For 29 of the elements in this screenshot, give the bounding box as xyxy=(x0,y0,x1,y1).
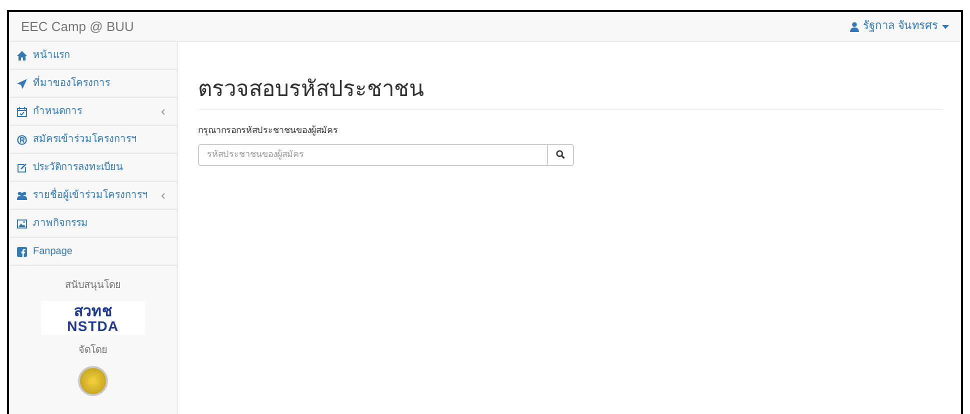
organized-by-label: จัดโดย xyxy=(78,343,108,358)
sidebar-item[interactable]: ที่มาของโครงการ xyxy=(9,70,177,98)
brand-link[interactable]: EEC Camp @ BUU xyxy=(21,16,134,36)
sidebar-item[interactable]: ภาพกิจกรรม xyxy=(9,210,177,238)
sidebar-item[interactable]: รายชื่อผู้เข้าร่วมโครงการฯ xyxy=(9,182,177,210)
facebook-icon xyxy=(17,246,27,256)
sponsor-logo: สวทช NSTDA xyxy=(41,301,145,335)
paper-plane-icon xyxy=(17,78,27,88)
sidebar-item[interactable]: สมัครเข้าร่วมโครงการฯ xyxy=(9,126,177,154)
search-icon xyxy=(556,150,565,159)
home-icon xyxy=(17,50,27,60)
sidebar-item[interactable]: กำหนดการ xyxy=(9,98,177,126)
calendar-icon xyxy=(17,106,27,116)
user-menu[interactable]: รัฐกาล จันทรศร xyxy=(850,18,949,35)
seal-logo xyxy=(78,366,108,396)
sidebar-item[interactable]: หน้าแรก xyxy=(9,42,177,70)
users-icon xyxy=(17,190,27,200)
search-field[interactable]: รหัสประชาชนของผู้สมัคร xyxy=(198,144,548,166)
search-button[interactable] xyxy=(548,144,574,166)
caret-icon xyxy=(942,24,949,28)
user-icon xyxy=(850,22,859,32)
supported-by-label: สนับสนุนโดย xyxy=(65,278,121,293)
registered-icon xyxy=(17,134,27,144)
edit-icon xyxy=(17,162,27,172)
sidebar-item[interactable]: Fanpage xyxy=(9,238,177,266)
picture-icon xyxy=(17,218,27,228)
sidebar-item[interactable]: ประวัติการลงทะเบียน xyxy=(9,154,177,182)
page-title: ตรวจสอบรหัสประชาชน xyxy=(198,72,943,110)
field-label: กรุณากรอกรหัสประชาชนของผู้สมัคร xyxy=(198,124,339,138)
